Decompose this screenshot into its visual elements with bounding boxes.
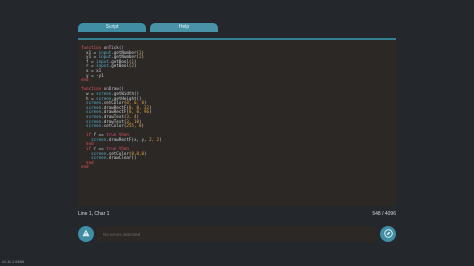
code-token: )	[141, 54, 145, 60]
code-token: -y1	[96, 72, 104, 78]
code-token: 2, 2	[149, 136, 160, 142]
code-line: end	[81, 165, 162, 170]
status-bar: Line 1, Char 1 548 / 4096	[78, 210, 396, 218]
code-token: .getBool(	[108, 63, 132, 69]
code-token: end	[81, 77, 89, 83]
code-token: )	[159, 136, 162, 142]
code-token: .drawClear()	[106, 155, 137, 161]
code-token: )	[133, 63, 137, 69]
code-token: x, y,	[133, 136, 150, 142]
code-token: end	[81, 164, 89, 170]
code-editor[interactable]: function onTick() x1 = input.getNumber(1…	[78, 38, 396, 206]
code-token: )	[141, 123, 145, 129]
code-content[interactable]: function onTick() x1 = input.getNumber(1…	[81, 45, 162, 170]
code-token: screen	[81, 123, 102, 129]
tab-help[interactable]: Help	[150, 23, 218, 32]
character-count: 548 / 4096	[372, 211, 396, 217]
compass-icon	[383, 228, 393, 240]
console-input-container	[97, 226, 376, 242]
version-label: v1.11.1 64Bit	[2, 260, 24, 264]
code-token: .setColor(	[101, 123, 127, 129]
tab-bar: Script Help	[78, 23, 218, 32]
send-button[interactable]	[380, 226, 396, 242]
code-token: )	[144, 150, 147, 156]
cursor-position: Line 1, Char 1	[78, 211, 110, 217]
warning-icon	[82, 229, 90, 239]
tab-script[interactable]: Script	[78, 23, 146, 32]
console-input[interactable]	[103, 226, 376, 242]
code-token: 255, 0	[126, 123, 142, 129]
code-token: )	[149, 109, 152, 115]
warning-button[interactable]	[78, 226, 94, 242]
code-token: .drawRectF(	[106, 136, 134, 142]
